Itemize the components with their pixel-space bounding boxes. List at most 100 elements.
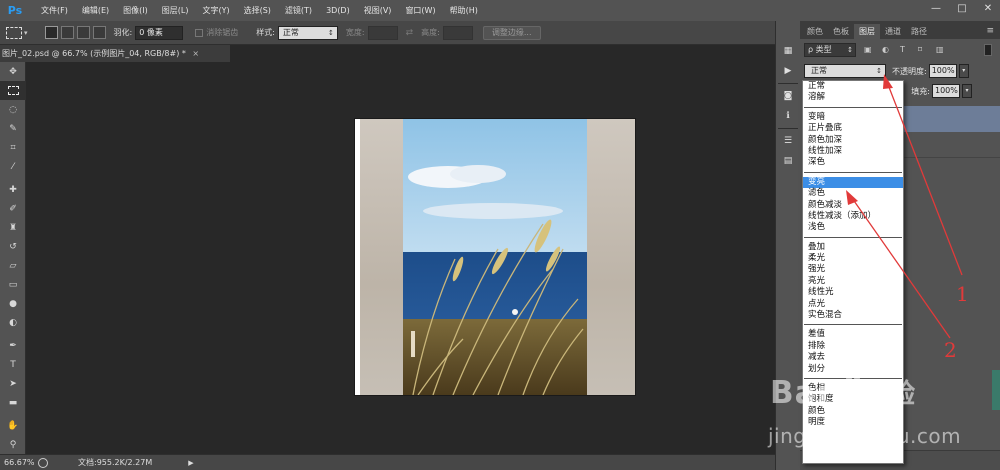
blend-mode-option[interactable]: 色相	[803, 383, 903, 394]
minimize-button[interactable]: —	[930, 3, 942, 14]
filter-pixel-icon[interactable]: ▣	[864, 45, 874, 55]
crop-tool-icon[interactable]: ⌗	[0, 138, 26, 157]
menu-item[interactable]: 3D(D)	[319, 0, 357, 21]
tab-channels[interactable]: 通道	[880, 24, 906, 39]
filter-type-icon[interactable]: T	[900, 45, 910, 55]
blend-mode-option[interactable]: 减去	[803, 352, 903, 363]
filter-shape-icon[interactable]: ⌑	[918, 45, 928, 55]
info-panel-icon[interactable]: ℹ	[779, 108, 797, 124]
hand-tool-icon[interactable]: ✋	[0, 416, 26, 435]
fill-caret-icon[interactable]: ▾	[962, 84, 972, 98]
blend-mode-option[interactable]: 变亮	[803, 176, 903, 189]
tab-layers[interactable]: 图层	[854, 24, 880, 39]
tab-paths[interactable]: 路径	[906, 24, 932, 39]
tab-swatches[interactable]: 色板	[828, 24, 854, 39]
adjustments-panel-icon[interactable]: ◙	[779, 88, 797, 104]
clone-stamp-tool-icon[interactable]: ♜	[0, 218, 26, 237]
blend-mode-option[interactable]: 正常	[803, 81, 903, 92]
quick-select-tool-icon[interactable]: ✎	[0, 119, 26, 138]
intersect-selection-button[interactable]	[92, 26, 106, 39]
zoom-level[interactable]: 66.67%	[0, 458, 35, 467]
menu-item[interactable]: 帮助(H)	[443, 0, 485, 21]
close-button[interactable]: ✕	[982, 3, 994, 14]
blend-mode-option[interactable]: 颜色	[803, 406, 903, 417]
preset-caret-icon[interactable]: ▾	[24, 29, 28, 37]
blend-mode-option[interactable]: 线性减淡（添加）	[803, 211, 903, 222]
height-input[interactable]	[442, 25, 473, 40]
blend-mode-option[interactable]: 溶解	[803, 92, 903, 103]
fill-input[interactable]: 100%	[932, 84, 960, 98]
properties-panel-icon[interactable]: ☰	[779, 133, 797, 149]
swap-icon[interactable]: ⇄	[406, 28, 414, 38]
blend-mode-option[interactable]: 滤色	[803, 188, 903, 199]
move-tool-icon[interactable]: ✥	[0, 62, 26, 81]
menu-item[interactable]: 窗口(W)	[398, 0, 442, 21]
lasso-tool-icon[interactable]: ◌	[0, 100, 26, 119]
blend-mode-option[interactable]: 亮光	[803, 276, 903, 287]
blend-mode-option[interactable]: 划分	[803, 364, 903, 375]
zoom-tool-icon[interactable]: ⚲	[0, 435, 26, 454]
dodge-tool-icon[interactable]: ◐	[0, 313, 26, 332]
style-select[interactable]: 正常	[277, 25, 338, 40]
menu-item[interactable]: 选择(S)	[237, 0, 278, 21]
blend-mode-option[interactable]: 变暗	[803, 112, 903, 123]
status-menu-arrow-icon[interactable]: ▶	[188, 459, 193, 467]
maximize-button[interactable]: □	[956, 3, 968, 14]
blend-mode-option[interactable]: 强光	[803, 264, 903, 275]
document-tab-close-icon[interactable]: ×	[192, 49, 199, 58]
actions-panel-icon[interactable]: ▶	[779, 63, 797, 79]
blend-mode-option[interactable]: 排除	[803, 341, 903, 352]
eyedropper-tool-icon[interactable]: ⁄	[0, 157, 26, 176]
document-tab[interactable]: 图片_02.psd @ 66.7% (示例图片_04, RGB/8#) * ×	[0, 45, 230, 62]
panel-menu-icon[interactable]: ≡	[986, 24, 1000, 39]
menu-item[interactable]: 视图(V)	[357, 0, 399, 21]
blend-mode-option[interactable]: 线性光	[803, 287, 903, 298]
blend-mode-select[interactable]: 正常	[804, 64, 886, 78]
menu-item[interactable]: 文件(F)	[34, 0, 75, 21]
blur-tool-icon[interactable]: ●	[0, 294, 26, 313]
panel-scrollbar[interactable]	[992, 370, 1000, 410]
layer-filter-select[interactable]: ρ 类型	[804, 43, 856, 57]
healing-brush-tool-icon[interactable]: ✚	[0, 180, 26, 199]
opacity-caret-icon[interactable]: ▾	[958, 64, 969, 78]
gradient-tool-icon[interactable]: ▭	[0, 275, 26, 294]
blend-mode-option[interactable]: 点光	[803, 299, 903, 310]
blend-mode-option[interactable]: 柔光	[803, 253, 903, 264]
subtract-selection-button[interactable]	[76, 26, 90, 39]
tab-color[interactable]: 颜色	[802, 24, 828, 39]
pen-tool-icon[interactable]: ✒	[0, 336, 26, 355]
status-info-icon[interactable]	[38, 457, 48, 468]
blend-mode-option[interactable]: 叠加	[803, 242, 903, 253]
layer-row[interactable]	[900, 132, 1000, 158]
type-tool-icon[interactable]: T	[0, 355, 26, 374]
menu-item[interactable]: 文字(Y)	[195, 0, 236, 21]
rect-marquee-tool-icon[interactable]	[0, 81, 26, 100]
blend-mode-option[interactable]: 浅色	[803, 222, 903, 233]
shape-tool-icon[interactable]: ▬	[0, 393, 26, 412]
menu-item[interactable]: 图层(L)	[155, 0, 196, 21]
filter-smart-object-icon[interactable]: ▥	[936, 45, 946, 55]
blend-mode-option[interactable]: 颜色减淡	[803, 200, 903, 211]
filter-toggle[interactable]	[984, 44, 992, 56]
blend-mode-option[interactable]: 差值	[803, 329, 903, 340]
history-panel-icon[interactable]: ▦	[779, 43, 797, 59]
filter-adjustment-icon[interactable]: ◐	[882, 45, 892, 55]
rect-marquee-preset-icon[interactable]	[6, 26, 22, 39]
opacity-input[interactable]: 100%	[928, 64, 957, 78]
new-selection-button[interactable]	[44, 26, 58, 39]
notes-panel-icon[interactable]: ▤	[779, 153, 797, 169]
eraser-tool-icon[interactable]: ▱	[0, 256, 26, 275]
blend-mode-option[interactable]: 深色	[803, 157, 903, 168]
menu-item[interactable]: 图像(I)	[116, 0, 155, 21]
menu-item[interactable]: 编辑(E)	[75, 0, 116, 21]
refine-edge-button[interactable]: 调整边缘...	[482, 25, 541, 40]
blend-mode-option[interactable]: 明度	[803, 417, 903, 428]
width-input[interactable]	[367, 25, 398, 40]
history-brush-tool-icon[interactable]: ↺	[0, 237, 26, 256]
brush-tool-icon[interactable]: ✐	[0, 199, 26, 218]
feather-input[interactable]: 0 像素	[135, 25, 184, 40]
blend-mode-option[interactable]: 线性加深	[803, 146, 903, 157]
layer-row-selected[interactable]	[900, 106, 1000, 132]
menu-item[interactable]: 滤镜(T)	[278, 0, 319, 21]
blend-mode-option[interactable]: 颜色加深	[803, 135, 903, 146]
